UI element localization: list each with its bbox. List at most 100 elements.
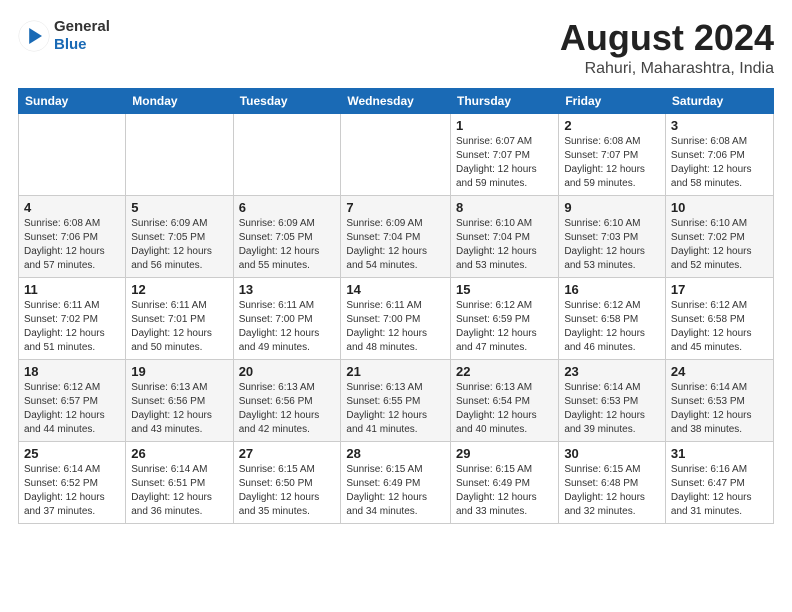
- location: Rahuri, Maharashtra, India: [560, 60, 774, 78]
- calendar-cell: 19 Sunrise: 6:13 AMSunset: 6:56 PMDayligh…: [126, 359, 233, 441]
- day-number: 9: [564, 200, 660, 215]
- calendar-cell: 7Sunrise: 6:09 AMSunset: 7:04 PMDaylight…: [341, 195, 451, 277]
- calendar-cell: 15 Sunrise: 6:12 AMSunset: 6:59 PMDayligh…: [450, 277, 558, 359]
- day-info: Sunrise: 6:15 AMSunset: 6:49 PMDaylight:…: [346, 463, 445, 519]
- calendar-cell: 8 Sunrise: 6:10 AMSunset: 7:04 PMDaylight…: [450, 195, 558, 277]
- day-number: 5: [131, 200, 227, 215]
- calendar-cell: [126, 113, 233, 195]
- logo-text: General Blue: [54, 18, 110, 54]
- day-number: 23: [564, 364, 660, 379]
- calendar-cell: 20 Sunrise: 6:13 AMSunset: 6:56 PMDayligh…: [233, 359, 341, 441]
- calendar-cell: 22Sunrise: 6:13 AMSunset: 6:54 PMDayligh…: [450, 359, 558, 441]
- day-info: Sunrise: 6:07 AMSunset: 7:07 PMDaylight:…: [456, 135, 553, 191]
- day-info: Sunrise: 6:13 AMSunset: 6:56 PMDaylight:…: [239, 381, 336, 437]
- calendar-cell: 16 Sunrise: 6:12 AMSunset: 6:58 PMDayligh…: [559, 277, 666, 359]
- day-number: 21: [346, 364, 445, 379]
- title-block: August 2024 Rahuri, Maharashtra, India: [560, 18, 774, 78]
- day-info: Sunrise: 6:12 AMSunset: 6:58 PMDaylight:…: [671, 299, 768, 355]
- calendar-cell: 6Sunrise: 6:09 AMSunset: 7:05 PMDaylight…: [233, 195, 341, 277]
- day-number: 2: [564, 118, 660, 133]
- day-number: 13: [239, 282, 336, 297]
- day-info: Sunrise: 6:15 AMSunset: 6:48 PMDaylight:…: [564, 463, 660, 519]
- calendar-cell: 13Sunrise: 6:11 AMSunset: 7:00 PMDayligh…: [233, 277, 341, 359]
- calendar-cell: 17 Sunrise: 6:12 AMSunset: 6:58 PMDayligh…: [665, 277, 773, 359]
- calendar-cell: 9 Sunrise: 6:10 AMSunset: 7:03 PMDaylight…: [559, 195, 666, 277]
- day-info: Sunrise: 6:16 AMSunset: 6:47 PMDaylight:…: [671, 463, 768, 519]
- day-info: Sunrise: 6:11 AMSunset: 7:01 PMDaylight:…: [131, 299, 227, 355]
- col-header-wednesday: Wednesday: [341, 88, 451, 113]
- day-info: Sunrise: 6:13 AMSunset: 6:55 PMDaylight:…: [346, 381, 445, 437]
- day-info: Sunrise: 6:12 AMSunset: 6:59 PMDaylight:…: [456, 299, 553, 355]
- day-info: Sunrise: 6:14 AMSunset: 6:53 PMDaylight:…: [671, 381, 768, 437]
- calendar-cell: 5 Sunrise: 6:09 AMSunset: 7:05 PMDaylight…: [126, 195, 233, 277]
- day-info: Sunrise: 6:12 AMSunset: 6:58 PMDaylight:…: [564, 299, 660, 355]
- calendar-cell: [233, 113, 341, 195]
- day-info: Sunrise: 6:08 AMSunset: 7:07 PMDaylight:…: [564, 135, 660, 191]
- day-number: 27: [239, 446, 336, 461]
- day-number: 19: [131, 364, 227, 379]
- logo-line2: Blue: [54, 36, 110, 54]
- page: General Blue August 2024 Rahuri, Maharas…: [0, 0, 792, 612]
- month-year: August 2024: [560, 18, 774, 58]
- day-number: 1: [456, 118, 553, 133]
- day-info: Sunrise: 6:08 AMSunset: 7:06 PMDaylight:…: [24, 217, 120, 273]
- day-info: Sunrise: 6:15 AMSunset: 6:50 PMDaylight:…: [239, 463, 336, 519]
- calendar-cell: 1 Sunrise: 6:07 AMSunset: 7:07 PMDaylight…: [450, 113, 558, 195]
- calendar-cell: [341, 113, 451, 195]
- calendar-cell: 31 Sunrise: 6:16 AMSunset: 6:47 PMDayligh…: [665, 441, 773, 523]
- day-number: 12: [131, 282, 227, 297]
- day-number: 3: [671, 118, 768, 133]
- calendar-cell: 11Sunrise: 6:11 AMSunset: 7:02 PMDayligh…: [19, 277, 126, 359]
- day-number: 22: [456, 364, 553, 379]
- day-number: 28: [346, 446, 445, 461]
- calendar-cell: 12 Sunrise: 6:11 AMSunset: 7:01 PMDayligh…: [126, 277, 233, 359]
- day-info: Sunrise: 6:15 AMSunset: 6:49 PMDaylight:…: [456, 463, 553, 519]
- col-header-tuesday: Tuesday: [233, 88, 341, 113]
- day-info: Sunrise: 6:10 AMSunset: 7:02 PMDaylight:…: [671, 217, 768, 273]
- calendar-cell: 18 Sunrise: 6:12 AMSunset: 6:57 PMDayligh…: [19, 359, 126, 441]
- calendar-cell: 26Sunrise: 6:14 AMSunset: 6:51 PMDayligh…: [126, 441, 233, 523]
- day-number: 17: [671, 282, 768, 297]
- calendar-week-row: 25 Sunrise: 6:14 AMSunset: 6:52 PMDayligh…: [19, 441, 774, 523]
- calendar-header-row: SundayMondayTuesdayWednesdayThursdayFrid…: [19, 88, 774, 113]
- day-info: Sunrise: 6:09 AMSunset: 7:05 PMDaylight:…: [131, 217, 227, 273]
- day-info: Sunrise: 6:11 AMSunset: 7:00 PMDaylight:…: [346, 299, 445, 355]
- day-info: Sunrise: 6:13 AMSunset: 6:56 PMDaylight:…: [131, 381, 227, 437]
- calendar-cell: 27 Sunrise: 6:15 AMSunset: 6:50 PMDayligh…: [233, 441, 341, 523]
- logo: General Blue: [18, 18, 110, 54]
- day-info: Sunrise: 6:12 AMSunset: 6:57 PMDaylight:…: [24, 381, 120, 437]
- col-header-monday: Monday: [126, 88, 233, 113]
- day-number: 6: [239, 200, 336, 215]
- day-number: 29: [456, 446, 553, 461]
- calendar: SundayMondayTuesdayWednesdayThursdayFrid…: [18, 88, 774, 524]
- header: General Blue August 2024 Rahuri, Maharas…: [18, 18, 774, 78]
- logo-line1: General: [54, 18, 110, 36]
- calendar-cell: 29 Sunrise: 6:15 AMSunset: 6:49 PMDayligh…: [450, 441, 558, 523]
- day-info: Sunrise: 6:10 AMSunset: 7:03 PMDaylight:…: [564, 217, 660, 273]
- calendar-cell: [19, 113, 126, 195]
- calendar-week-row: 1 Sunrise: 6:07 AMSunset: 7:07 PMDaylight…: [19, 113, 774, 195]
- day-number: 31: [671, 446, 768, 461]
- day-info: Sunrise: 6:11 AMSunset: 7:02 PMDaylight:…: [24, 299, 120, 355]
- col-header-thursday: Thursday: [450, 88, 558, 113]
- day-number: 30: [564, 446, 660, 461]
- day-number: 25: [24, 446, 120, 461]
- day-info: Sunrise: 6:14 AMSunset: 6:53 PMDaylight:…: [564, 381, 660, 437]
- calendar-cell: 30 Sunrise: 6:15 AMSunset: 6:48 PMDayligh…: [559, 441, 666, 523]
- calendar-week-row: 4 Sunrise: 6:08 AMSunset: 7:06 PMDaylight…: [19, 195, 774, 277]
- day-number: 8: [456, 200, 553, 215]
- col-header-friday: Friday: [559, 88, 666, 113]
- day-info: Sunrise: 6:09 AMSunset: 7:04 PMDaylight:…: [346, 217, 445, 273]
- day-info: Sunrise: 6:10 AMSunset: 7:04 PMDaylight:…: [456, 217, 553, 273]
- day-number: 16: [564, 282, 660, 297]
- day-number: 4: [24, 200, 120, 215]
- day-number: 26: [131, 446, 227, 461]
- day-number: 24: [671, 364, 768, 379]
- day-info: Sunrise: 6:08 AMSunset: 7:06 PMDaylight:…: [671, 135, 768, 191]
- day-number: 18: [24, 364, 120, 379]
- day-number: 20: [239, 364, 336, 379]
- day-number: 15: [456, 282, 553, 297]
- calendar-cell: 4 Sunrise: 6:08 AMSunset: 7:06 PMDaylight…: [19, 195, 126, 277]
- day-info: Sunrise: 6:14 AMSunset: 6:52 PMDaylight:…: [24, 463, 120, 519]
- calendar-cell: 10Sunrise: 6:10 AMSunset: 7:02 PMDayligh…: [665, 195, 773, 277]
